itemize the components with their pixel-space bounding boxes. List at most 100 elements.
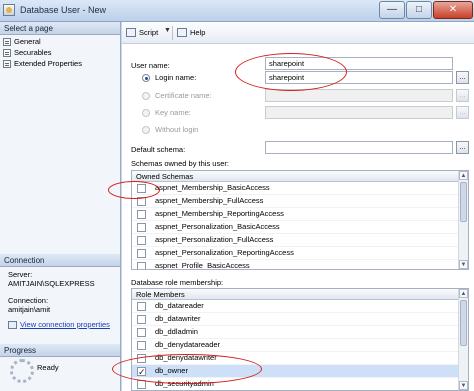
schema-name: aspnet_Membership_ReportingAccess (155, 209, 284, 218)
schema-row[interactable]: aspnet_Personalization_BasicAccess (132, 221, 460, 234)
role-row-selected[interactable]: db_owner (132, 365, 460, 378)
schema-row[interactable]: aspnet_Personalization_ReportingAccess (132, 247, 460, 260)
certificate-name-label: Certificate name: (155, 91, 212, 100)
view-connection-properties-link[interactable]: View connection properties (8, 320, 110, 329)
properties-icon (8, 321, 17, 329)
role-checkbox-checked[interactable] (137, 366, 146, 378)
role-row[interactable]: db_ddladmin (132, 326, 460, 339)
script-button[interactable]: Script (126, 27, 158, 39)
role-row[interactable]: db_denydatawriter (132, 352, 460, 365)
schema-row[interactable]: aspnet_Membership_BasicAccess (132, 182, 460, 195)
roles-scroll-thumb[interactable] (460, 300, 467, 346)
default-schema-field[interactable] (265, 141, 453, 154)
certificate-name-field[interactable] (265, 89, 453, 102)
certificate-name-browse-button[interactable]: ... (456, 89, 469, 102)
minimize-button[interactable]: — (379, 1, 405, 19)
role-checkbox[interactable] (137, 315, 146, 324)
role-row[interactable]: db_datawriter (132, 313, 460, 326)
schema-checkbox[interactable] (137, 262, 146, 269)
role-row[interactable]: db_securityadmin (132, 378, 460, 390)
role-row[interactable]: db_denydatareader (132, 339, 460, 352)
schema-row[interactable]: aspnet_Profile_BasicAccess (132, 260, 460, 270)
page-item-label: Securables (14, 48, 52, 57)
script-dropdown-arrow-icon[interactable]: ▼ (164, 27, 171, 34)
role-checkbox[interactable] (137, 328, 146, 337)
schema-row[interactable]: aspnet_Membership_ReportingAccess (132, 208, 460, 221)
login-name-radio[interactable] (142, 74, 150, 82)
progress-status: Ready (37, 363, 59, 372)
schemas-scrollbar[interactable]: ▲ ▼ (458, 171, 468, 269)
left-pane: Select a page General Securables Extende… (0, 22, 121, 391)
view-connection-properties-label: View connection properties (20, 320, 110, 329)
schema-checkbox[interactable] (137, 197, 146, 206)
help-label: Help (190, 28, 206, 37)
role-name: db_ddladmin (155, 327, 198, 336)
schema-name: aspnet_Personalization_ReportingAccess (155, 248, 294, 257)
connection-header: Connection (0, 254, 120, 267)
schema-name: aspnet_Personalization_FullAccess (155, 235, 274, 244)
login-name-browse-button[interactable]: ... (456, 71, 469, 84)
role-row[interactable]: db_datareader (132, 300, 460, 313)
role-checkbox[interactable] (137, 380, 146, 389)
schema-checkbox[interactable] (137, 210, 146, 219)
schemas-scroll-thumb[interactable] (460, 182, 467, 222)
user-name-field[interactable]: sharepoint (265, 57, 453, 70)
schema-checkbox[interactable] (137, 249, 146, 258)
key-name-radio[interactable] (142, 109, 150, 117)
server-label: Server: (8, 270, 33, 279)
login-name-label: Login name: (155, 73, 197, 82)
roles-scrollbar[interactable]: ▲ ▼ (458, 289, 468, 390)
without-login-radio[interactable] (142, 126, 150, 134)
database-user-icon (3, 4, 15, 16)
page-item-extended-properties[interactable]: Extended Properties (3, 59, 82, 69)
page-icon (3, 60, 11, 68)
schema-checkbox[interactable] (137, 223, 146, 232)
key-name-field[interactable] (265, 106, 453, 119)
help-button[interactable]: Help (177, 27, 205, 39)
role-name: db_denydatareader (155, 340, 221, 349)
certificate-name-radio[interactable] (142, 92, 150, 100)
role-name: db_datawriter (155, 314, 201, 323)
page-item-label: General (14, 37, 41, 46)
schema-name: aspnet_Profile_BasicAccess (155, 261, 250, 270)
page-item-label: Extended Properties (14, 59, 82, 68)
server-value: AMITJAIN\SQLEXPRESS (8, 279, 95, 288)
scroll-up-icon[interactable]: ▲ (459, 289, 468, 298)
schema-name: aspnet_Membership_FullAccess (155, 196, 264, 205)
select-page-header: Select a page (0, 22, 120, 35)
progress-spinner-icon (10, 359, 34, 383)
schema-checkbox[interactable] (137, 184, 146, 193)
default-schema-browse-button[interactable]: ... (456, 141, 469, 154)
user-name-label: User name: (131, 61, 170, 70)
scroll-up-icon[interactable]: ▲ (459, 171, 468, 180)
role-checkbox[interactable] (137, 341, 146, 350)
owned-schemas-grid: Owned Schemas aspnet_Membership_BasicAcc… (131, 170, 469, 270)
page-item-securables[interactable]: Securables (3, 48, 52, 58)
window-title: Database User - New (20, 5, 107, 15)
key-name-label: Key name: (155, 108, 191, 117)
key-name-browse-button[interactable]: ... (456, 106, 469, 119)
role-checkbox[interactable] (137, 354, 146, 363)
schema-row[interactable]: aspnet_Personalization_FullAccess (132, 234, 460, 247)
login-name-field[interactable]: sharepoint (265, 71, 453, 84)
scroll-down-icon[interactable]: ▼ (459, 260, 468, 269)
schema-name: aspnet_Membership_BasicAccess (155, 183, 270, 192)
role-members-column-header: Role Members (132, 289, 460, 300)
maximize-button[interactable]: □ (406, 1, 432, 19)
scroll-down-icon[interactable]: ▼ (459, 381, 468, 390)
connection-label: Connection: (8, 296, 49, 305)
role-membership-label: Database role membership: (131, 278, 224, 287)
schema-name: aspnet_Personalization_BasicAccess (155, 222, 280, 231)
page-item-general[interactable]: General (3, 37, 41, 47)
toolbar-separator (172, 26, 173, 40)
progress-header: Progress (0, 344, 120, 357)
page-icon (3, 38, 11, 46)
role-checkbox[interactable] (137, 302, 146, 311)
schema-checkbox[interactable] (137, 236, 146, 245)
close-button[interactable]: ✕ (433, 1, 473, 19)
title-bar: Database User - New — □ ✕ (0, 0, 474, 22)
toolbar: Script ▼ Help (122, 22, 474, 44)
schema-row[interactable]: aspnet_Membership_FullAccess (132, 195, 460, 208)
page-icon (3, 49, 11, 57)
role-members-grid: Role Members db_datareader db_datawriter… (131, 288, 469, 391)
